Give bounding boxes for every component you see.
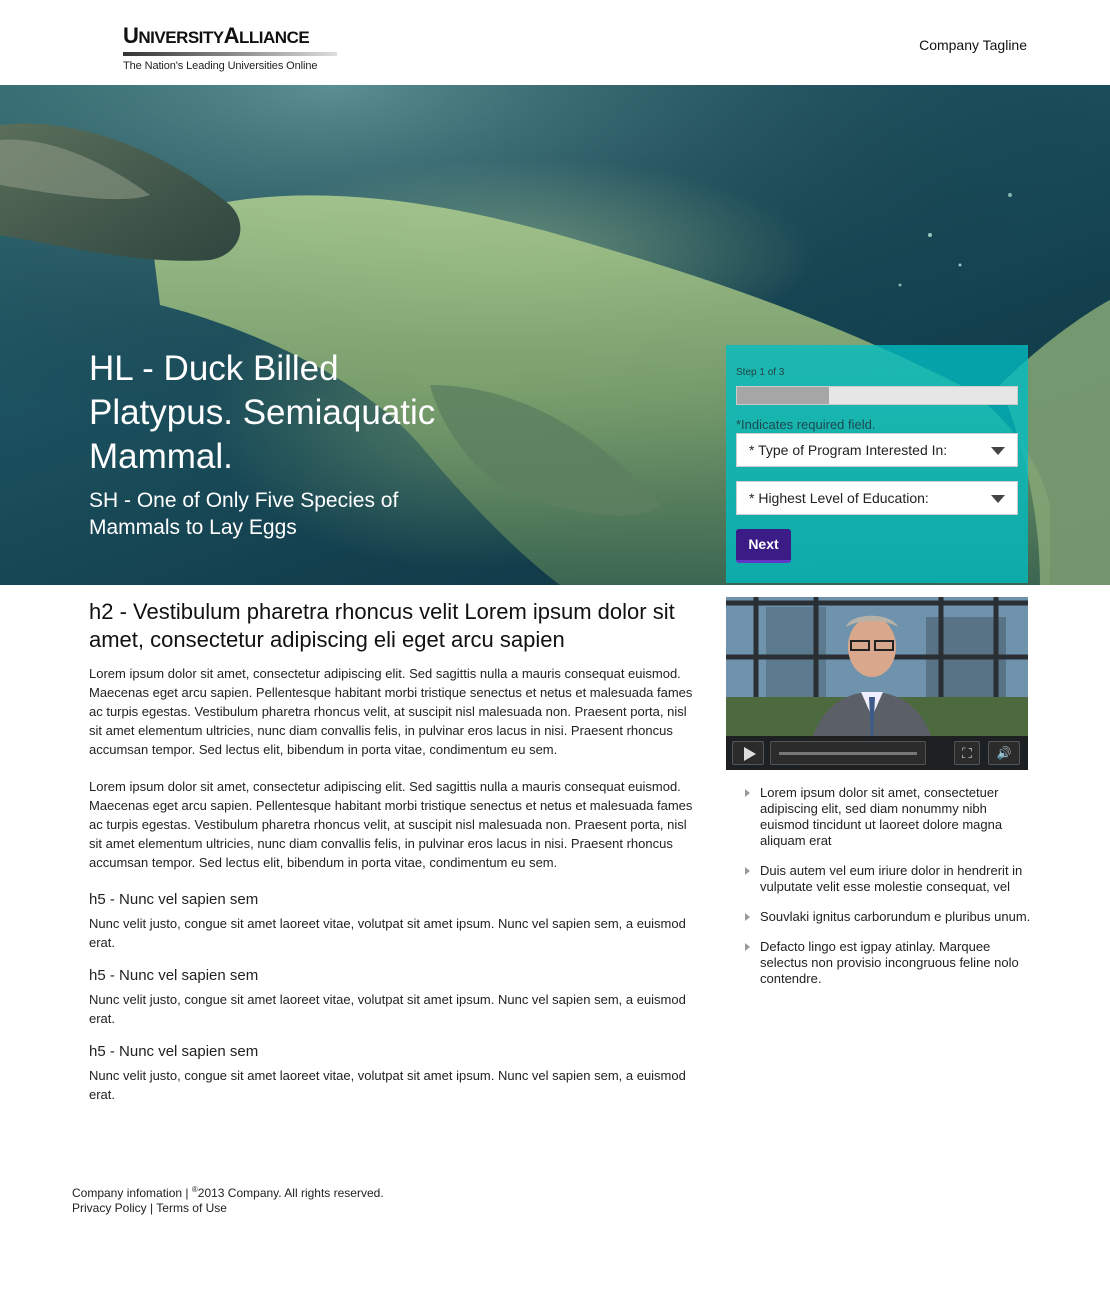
video-seek-bar[interactable] xyxy=(770,741,926,765)
next-button[interactable]: Next xyxy=(736,529,791,563)
content-paragraph: Lorem ipsum dolor sit amet, consectetur … xyxy=(89,666,693,757)
logo-wordmark: UNIVERSITYALLIANCE xyxy=(123,23,310,48)
logo-subtitle: The Nation's Leading Universities Online xyxy=(123,60,318,72)
list-item: Defacto lingo est igpay atinlay. Marquee… xyxy=(744,939,1034,987)
form-progress-fill xyxy=(737,387,830,404)
site-header: UNIVERSITYALLIANCE The Nation's Leading … xyxy=(0,0,1110,85)
bullet-arrow-icon xyxy=(745,789,750,797)
video-player[interactable]: ⛶ 🔊 xyxy=(726,597,1028,770)
program-type-select-label: * Type of Program Interested In: xyxy=(749,442,948,458)
hero-title: HL - Duck Billed Platypus. Semiaquatic M… xyxy=(89,349,436,476)
bullet-arrow-icon xyxy=(745,943,750,951)
program-type-select[interactable]: * Type of Program Interested In: xyxy=(736,433,1018,467)
privacy-policy-link[interactable]: Privacy Policy xyxy=(72,1201,147,1215)
section-text: Nunc velit justo, congue sit amet laoree… xyxy=(89,992,686,1026)
company-tagline: Company Tagline xyxy=(919,37,1027,53)
list-item: Souvlaki ignitus carborundum e pluribus … xyxy=(744,909,1034,925)
education-level-select[interactable]: * Highest Level of Education: xyxy=(736,481,1018,515)
company-info-link[interactable]: Company infomation xyxy=(72,1186,182,1200)
play-icon[interactable] xyxy=(732,741,764,765)
volume-icon[interactable]: 🔊 xyxy=(988,741,1020,765)
section-text: Nunc velit justo, congue sit amet laoree… xyxy=(89,1068,686,1102)
form-step-indicator: Step 1 of 3 xyxy=(736,367,785,378)
feature-bullet-list: Lorem ipsum dolor sit amet, consectetuer… xyxy=(744,785,1034,1001)
footer-copyright-line: Company infomation | ®2013 Company. All … xyxy=(72,1185,384,1200)
section-heading: h5 - Nunc vel sapien sem xyxy=(89,891,259,908)
hero-subtitle: SH - One of Only Five Species of Mammals… xyxy=(89,489,399,539)
main-content: h2 - Vestibulum pharetra rhoncus velit L… xyxy=(89,598,701,1118)
hero-banner: HL - Duck Billed Platypus. Semiaquatic M… xyxy=(0,85,1110,585)
chevron-down-icon xyxy=(991,495,1005,503)
form-progress-bar xyxy=(736,386,1018,405)
copyright-text: 2013 Company. All rights reserved. xyxy=(197,1186,384,1200)
content-paragraph: Lorem ipsum dolor sit amet, consectetur … xyxy=(89,779,693,870)
required-field-note: *Indicates required field. xyxy=(736,417,876,432)
fullscreen-icon[interactable]: ⛶ xyxy=(954,741,980,765)
section-heading: h5 - Nunc vel sapien sem xyxy=(89,1043,259,1060)
chevron-down-icon xyxy=(991,447,1005,455)
bullet-arrow-icon xyxy=(745,867,750,875)
site-footer: Company infomation | ®2013 Company. All … xyxy=(72,1182,384,1216)
bullet-arrow-icon xyxy=(745,913,750,921)
logo-rule xyxy=(123,52,337,56)
university-alliance-logo[interactable]: UNIVERSITYALLIANCE The Nation's Leading … xyxy=(123,24,337,72)
terms-of-use-link[interactable]: Terms of Use xyxy=(156,1201,227,1215)
content-heading: h2 - Vestibulum pharetra rhoncus velit L… xyxy=(89,599,675,652)
footer-links: Privacy Policy | Terms of Use xyxy=(72,1201,227,1215)
lead-form-panel: Step 1 of 3 *Indicates required field. *… xyxy=(726,345,1028,583)
section-text: Nunc velit justo, congue sit amet laoree… xyxy=(89,916,686,950)
video-control-bar: ⛶ 🔊 xyxy=(726,736,1028,770)
section-heading: h5 - Nunc vel sapien sem xyxy=(89,967,259,984)
education-level-select-label: * Highest Level of Education: xyxy=(749,490,929,506)
list-item: Lorem ipsum dolor sit amet, consectetuer… xyxy=(744,785,1034,849)
list-item: Duis autem vel eum iriure dolor in hendr… xyxy=(744,863,1034,895)
